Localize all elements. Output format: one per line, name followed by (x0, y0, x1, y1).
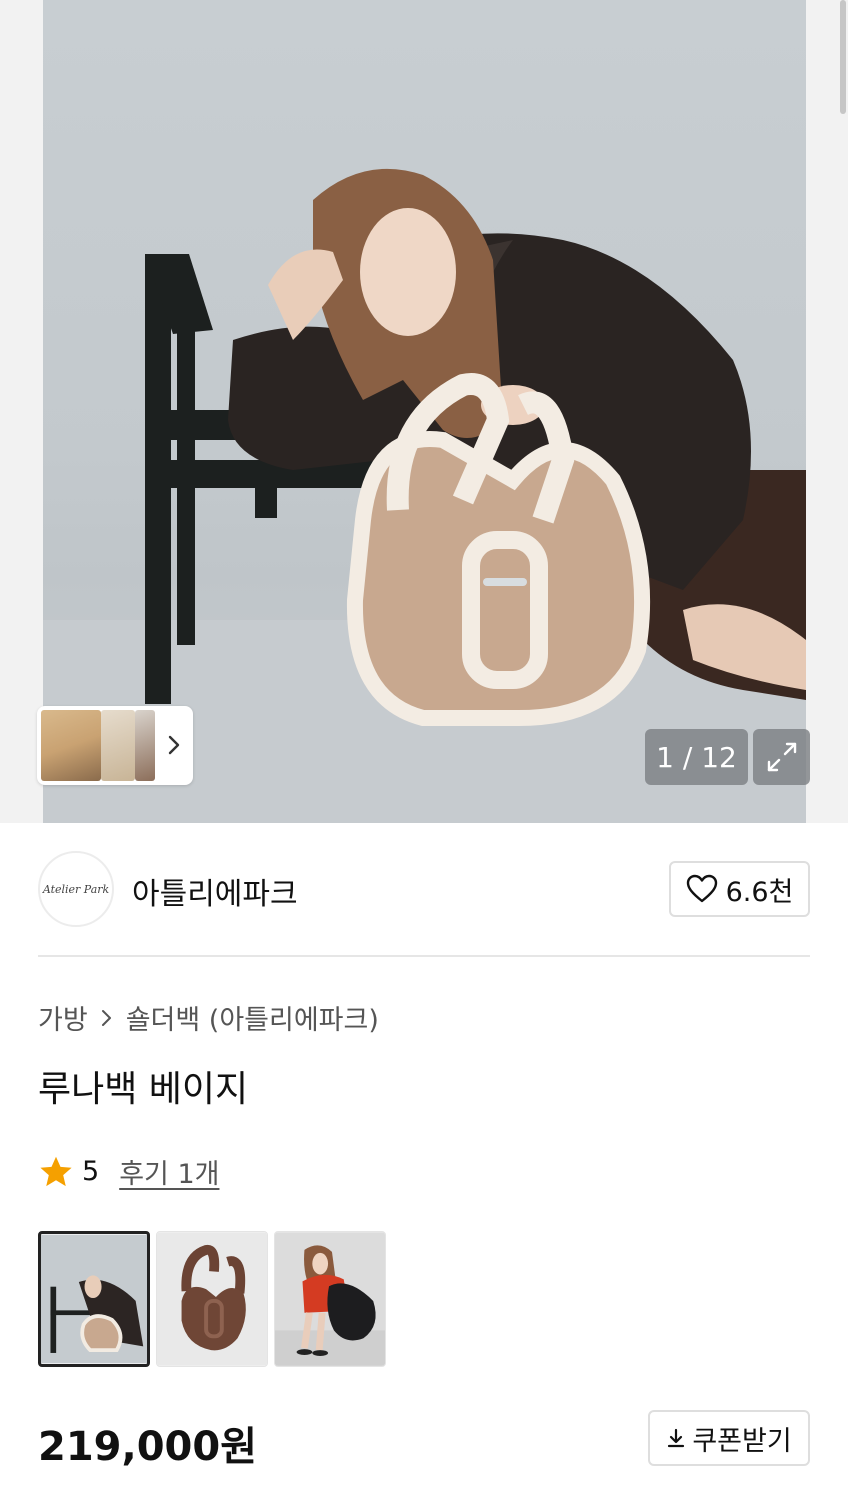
gallery-thumbnail-strip[interactable] (37, 706, 193, 785)
option-thumbnail-image (157, 1232, 267, 1366)
like-count: 6.6천 (725, 876, 794, 908)
color-option-beige[interactable] (38, 1231, 150, 1367)
option-thumbnail-image (275, 1232, 385, 1366)
chevron-right-icon (101, 1009, 111, 1026)
option-thumbnail-image (41, 1234, 147, 1364)
star-icon (40, 1156, 72, 1186)
product-main-image[interactable] (43, 0, 806, 823)
page-scrollbar[interactable] (838, 0, 848, 114)
breadcrumb: 가방 숄더백 (아틀리에파크) (38, 998, 379, 1037)
breadcrumb-item-subcategory[interactable]: 숄더백 (아틀리에파크) (126, 998, 379, 1037)
reviews-link[interactable]: 후기 1개 (119, 1152, 219, 1191)
color-options (38, 1231, 386, 1367)
color-option-black[interactable] (274, 1231, 386, 1367)
product-rating: 5 후기 1개 (38, 1152, 219, 1191)
coupon-button[interactable]: 쿠폰받기 (648, 1410, 810, 1466)
expand-icon (767, 742, 796, 772)
divider (38, 955, 810, 957)
product-gallery[interactable]: 1 / 12 (0, 0, 848, 823)
brand-logo[interactable]: Atelier Park (38, 851, 114, 927)
breadcrumb-item-category[interactable]: 가방 (38, 998, 88, 1037)
brand-row: Atelier Park 아틀리에파크 6.6천 (38, 851, 810, 927)
like-button[interactable]: 6.6천 (669, 861, 810, 917)
gallery-counter: 1 / 12 (645, 729, 748, 785)
download-icon (668, 1428, 685, 1448)
heart-outline-icon (686, 874, 717, 903)
rating-score: 5 (82, 1156, 100, 1187)
color-option-brown[interactable] (156, 1231, 268, 1367)
gallery-thumbnail[interactable] (135, 710, 155, 781)
product-price: 219,000원 (38, 1424, 257, 1470)
product-title: 루나백 베이지 (38, 1069, 249, 1110)
coupon-label: 쿠폰받기 (692, 1425, 792, 1457)
gallery-thumbnail[interactable] (41, 710, 101, 781)
expand-button[interactable] (753, 729, 810, 785)
gallery-counter-text: 1 / 12 (656, 740, 737, 774)
gallery-thumbnail[interactable] (101, 710, 135, 781)
product-photo (43, 168, 806, 823)
chevron-right-icon[interactable] (167, 732, 181, 758)
brand-name[interactable]: 아틀리에파크 (132, 869, 298, 913)
brand-logo-text: Atelier Park (42, 882, 110, 896)
